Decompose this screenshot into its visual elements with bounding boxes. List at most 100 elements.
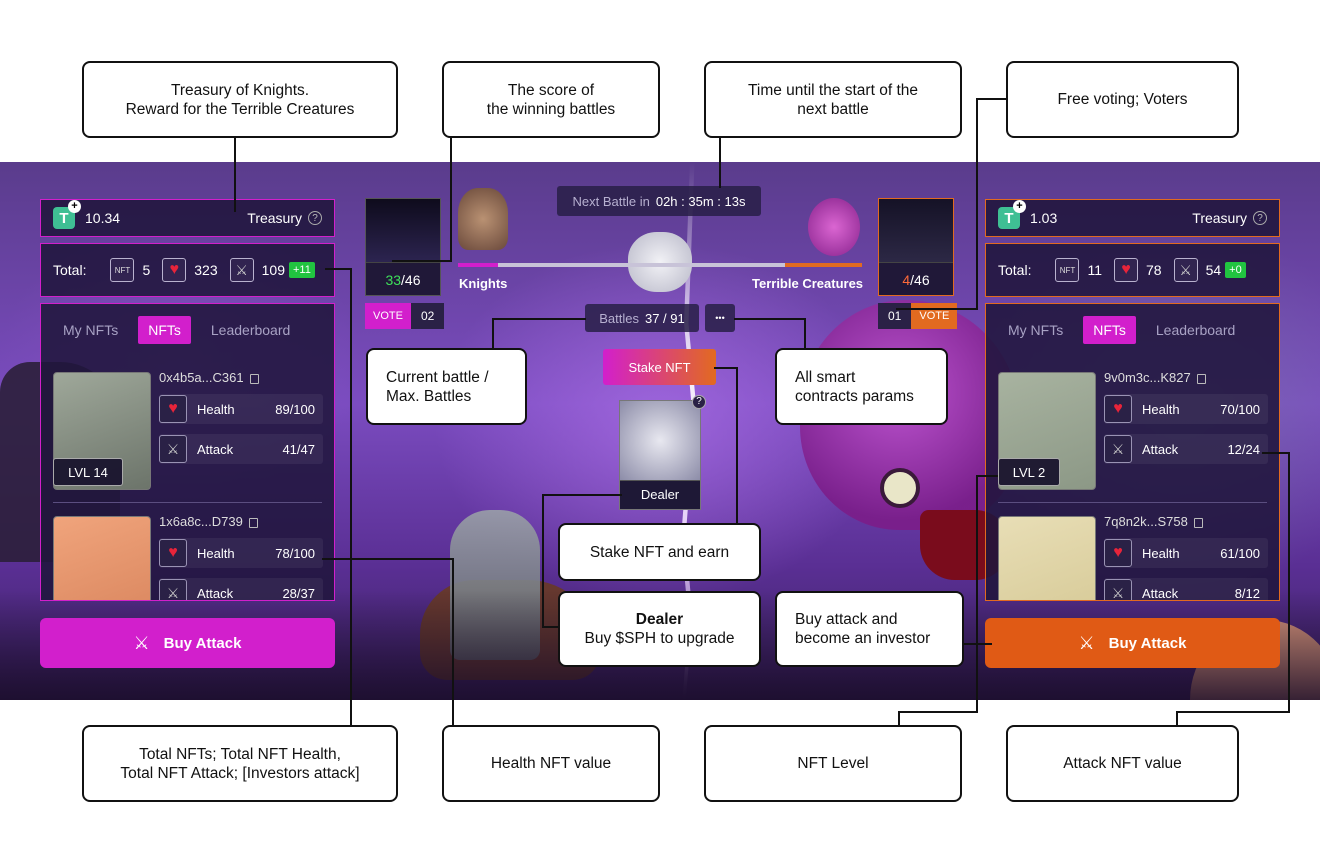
ellipsis-icon: ••• xyxy=(715,313,725,323)
battles-label: Battles xyxy=(599,310,639,326)
nft-box-icon: NFT xyxy=(1055,258,1080,282)
tab-leaderboard[interactable]: Leaderboard xyxy=(201,316,300,344)
nft-tabs: My NFTs NFTs Leaderboard xyxy=(986,304,1279,356)
vote-button-creatures[interactable]: VOTE xyxy=(911,303,958,329)
plus-icon[interactable]: + xyxy=(1013,200,1026,213)
heart-icon: ♥ xyxy=(1104,539,1132,567)
nft-id: 0x4b5a...C361 xyxy=(159,370,259,385)
nft-card[interactable]: LVL 2 9v0m3c...K827 ♥ Health 70/100 ⚔ Attac… xyxy=(986,368,1279,508)
battle-cloud-icon xyxy=(628,232,692,292)
buy-attack-button-knights[interactable]: ⚔ Buy Attack xyxy=(40,618,335,668)
nft-card[interactable]: LVL 14 0x4b5a...C361 ♥ Health 89/100 ⚔ Atta… xyxy=(41,368,334,508)
connector-line xyxy=(492,318,494,350)
stake-nft-button[interactable]: Stake NFT xyxy=(603,349,716,385)
attack-stat: ⚔ Attack 8/12 xyxy=(1104,578,1268,601)
connector-line xyxy=(325,268,352,270)
callout-stake: Stake NFT and earn xyxy=(558,523,761,581)
question-icon[interactable]: ? xyxy=(692,395,706,409)
callout-line: contracts params xyxy=(795,387,914,405)
treasury-creatures: T + 1.03 Treasury ? xyxy=(985,199,1280,237)
copy-icon[interactable] xyxy=(249,373,259,384)
attack-label: Attack xyxy=(1142,441,1179,457)
battles-counter: Battles 37 / 91 xyxy=(585,304,699,332)
knights-score-won: 33 xyxy=(385,272,402,288)
monster-eye xyxy=(880,468,920,508)
connector-line xyxy=(450,137,452,262)
attack-value: 41/47 xyxy=(282,441,315,457)
connector-line xyxy=(734,318,806,320)
tether-icon: T + xyxy=(998,200,1026,229)
nft-id: 1x6a8c...D739 xyxy=(159,514,258,529)
attack-label: Attack xyxy=(197,441,234,457)
connector-line xyxy=(976,475,978,713)
tab-my-nfts[interactable]: My NFTs xyxy=(53,316,128,344)
treasury-value: 10.34 xyxy=(85,210,121,226)
callout-line: Total NFT Attack; [Investors attack] xyxy=(120,764,360,782)
copy-icon[interactable] xyxy=(1196,373,1206,384)
callout-line: Attack NFT value xyxy=(1063,755,1182,772)
nft-card[interactable]: 1x6a8c...D739 ♥ Health 78/100 ⚔ Attack 28/37 xyxy=(41,512,334,600)
heart-icon: ♥ xyxy=(1114,258,1139,282)
callout-line: NFT Level xyxy=(797,755,869,772)
question-icon[interactable]: ? xyxy=(1253,211,1267,225)
connector-line xyxy=(714,367,738,369)
dealer-card[interactable]: Dealer xyxy=(619,400,701,510)
swords-icon: ⚔ xyxy=(1173,258,1198,282)
question-icon[interactable]: ? xyxy=(308,211,322,225)
treasury-label: Treasury xyxy=(247,210,302,226)
callout-line: Buy attack and xyxy=(795,611,898,628)
nft-list-knights: My NFTs NFTs Leaderboard LVL 14 0x4b5a..… xyxy=(40,303,335,601)
tab-nfts[interactable]: NFTs xyxy=(138,316,191,344)
callout-line: Buy $SPH to upgrade xyxy=(584,630,735,647)
copy-icon[interactable] xyxy=(248,517,258,528)
connector-line xyxy=(898,711,900,726)
connector-line xyxy=(1262,452,1290,454)
connector-line xyxy=(1176,711,1178,726)
tether-icon: T + xyxy=(53,200,81,229)
nft-card[interactable]: 7q8n2k...S758 ♥ Health 61/100 ⚔ Attack 8/12 xyxy=(986,512,1279,601)
treasury-value: 1.03 xyxy=(1030,210,1058,226)
callout-line: the winning battles xyxy=(486,100,616,118)
tab-leaderboard[interactable]: Leaderboard xyxy=(1146,316,1245,344)
copy-icon[interactable] xyxy=(1193,517,1203,528)
attack-value: 8/12 xyxy=(1234,585,1260,601)
nft-level: LVL 14 xyxy=(53,458,123,486)
swords-icon: ⚔ xyxy=(1104,579,1132,600)
callout-attack: Attack NFT value xyxy=(1006,725,1239,802)
connector-line xyxy=(322,558,454,560)
treasury-label: Treasury xyxy=(1192,210,1247,226)
knights-score-total: /46 xyxy=(401,272,421,288)
buy-attack-button-creatures[interactable]: ⚔ Buy Attack xyxy=(985,618,1280,668)
health-label: Health xyxy=(1142,401,1180,417)
attack-stat: ⚔ Attack 41/47 xyxy=(159,434,323,464)
tab-my-nfts[interactable]: My NFTs xyxy=(998,316,1073,344)
callout-line: Total NFTs; Total NFT Health, xyxy=(139,745,341,763)
connector-line xyxy=(896,308,978,310)
total-health: 78 xyxy=(1146,262,1162,278)
health-label: Health xyxy=(197,545,235,561)
knight-emblem-icon xyxy=(458,188,508,250)
tab-nfts[interactable]: NFTs xyxy=(1083,316,1136,344)
connector-line xyxy=(736,367,738,525)
callout-line: Stake NFT and earn xyxy=(589,543,730,561)
attack-value: 12/24 xyxy=(1227,441,1260,457)
swords-icon: ⚔ xyxy=(159,579,187,600)
creatures-progress xyxy=(785,263,862,267)
callout-health: Health NFT value xyxy=(442,725,660,802)
card-divider xyxy=(53,502,322,503)
nft-id-text: 7q8n2k...S758 xyxy=(1104,514,1188,529)
plus-icon[interactable]: + xyxy=(68,200,81,213)
heart-icon: ♥ xyxy=(162,258,187,282)
swords-icon: ⚔ xyxy=(133,632,150,653)
connector-line xyxy=(804,318,806,350)
creatures-voters: 01 xyxy=(878,303,912,329)
connector-line xyxy=(234,137,236,212)
callout-line: The score of xyxy=(507,81,595,99)
heart-icon: ♥ xyxy=(1104,395,1132,423)
connector-line xyxy=(976,475,998,477)
connector-line xyxy=(976,98,978,310)
more-button[interactable]: ••• xyxy=(705,304,735,332)
vote-button-knights[interactable]: VOTE xyxy=(365,303,411,329)
connector-line xyxy=(976,98,1006,100)
health-stat: ♥ Health 61/100 xyxy=(1104,538,1268,568)
